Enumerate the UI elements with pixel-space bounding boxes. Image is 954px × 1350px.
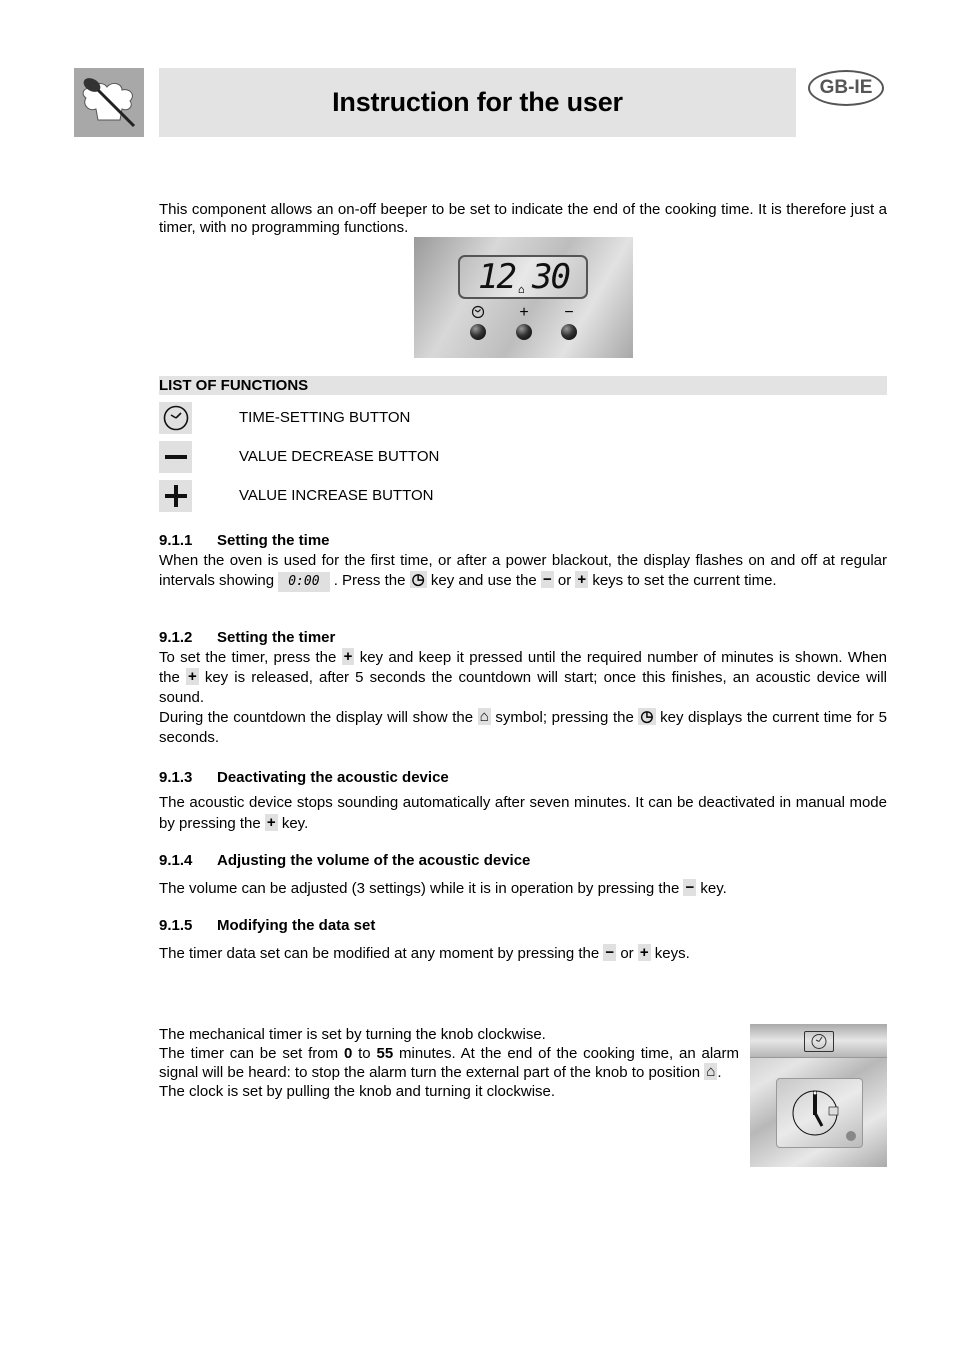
minus-key-icon: − [603, 944, 617, 961]
language-badge: GB-IE [808, 70, 884, 106]
clock-knob [470, 324, 486, 340]
clock-icon [804, 1031, 834, 1052]
clock-icon [468, 305, 488, 323]
function-label-value-decrease: VALUE DECREASE BUTTON [239, 448, 440, 465]
section-text-9-1-3: The acoustic device stops sounding autom… [159, 794, 887, 832]
display-minutes: 30 [532, 257, 571, 297]
plus-key-icon: + [575, 571, 589, 588]
bell-off-key-icon: ⌂ [704, 1063, 718, 1080]
section-text-9-1-1: When the oven is used for the first time… [159, 551, 887, 592]
plus-key-icon: + [264, 814, 278, 831]
chef-hat-spoon-icon [82, 78, 136, 128]
clock-key-icon: ◷ [409, 571, 427, 588]
plus-key-icon: + [341, 648, 355, 665]
timer-panel-image: 12 ⌂ 30 + − [414, 237, 633, 358]
section-text-9-1-4: The volume can be adjusted (3 settings) … [159, 879, 727, 897]
plus-icon [159, 480, 192, 512]
function-label-value-increase: VALUE INCREASE BUTTON [239, 487, 434, 504]
chef-logo [74, 68, 144, 137]
intro-text: This component allows an on-off beeper t… [159, 201, 887, 236]
timer-knob-face [776, 1078, 863, 1148]
section-heading-9-1-1: 9.1.1 Setting the time [159, 532, 330, 549]
clock-icon [159, 402, 192, 434]
page-title: Instruction for the user [332, 87, 623, 117]
bell-key-icon: ⌂ [477, 708, 491, 725]
section-heading-9-1-4: 9.1.4 Adjusting the volume of the acousti… [159, 852, 531, 869]
functions-header: LIST OF FUNCTIONS [159, 376, 887, 395]
mechanical-timer-image [750, 1024, 887, 1167]
minus-label: − [564, 304, 574, 321]
section-text-9-1-5: The timer data set can be modified at an… [159, 944, 690, 962]
clock-key-icon: ◷ [638, 708, 656, 725]
plus-label: + [519, 304, 529, 321]
mechanical-timer-text: The mechanical timer is set by turning t… [159, 1026, 740, 1100]
section-heading-9-1-5: 9.1.5 Modifying the data set [159, 917, 376, 934]
plus-key-icon: + [637, 944, 651, 961]
bell-icon: ⌂ [518, 283, 525, 296]
section-heading-9-1-3: 9.1.3 Deactivating the acoustic device [159, 769, 449, 786]
lcd-display: 12 ⌂ 30 [458, 255, 588, 299]
display-hours: 12 [478, 257, 517, 297]
plus-knob [516, 324, 532, 340]
section-heading-9-1-2: 9.1.2 Setting the timer [159, 629, 336, 646]
section-text-9-1-2: To set the timer, press the + key and ke… [159, 648, 888, 746]
minus-knob [561, 324, 577, 340]
display-0-00: 0:00 [278, 572, 330, 592]
timer-dial-icon [792, 1090, 856, 1141]
minus-icon [159, 441, 192, 473]
minus-key-icon: − [540, 571, 554, 588]
function-label-time-setting: TIME-SETTING BUTTON [239, 409, 411, 426]
plus-key-icon: + [185, 668, 199, 685]
page-title-bar: Instruction for the user [159, 68, 796, 137]
minus-key-icon: − [683, 879, 697, 896]
